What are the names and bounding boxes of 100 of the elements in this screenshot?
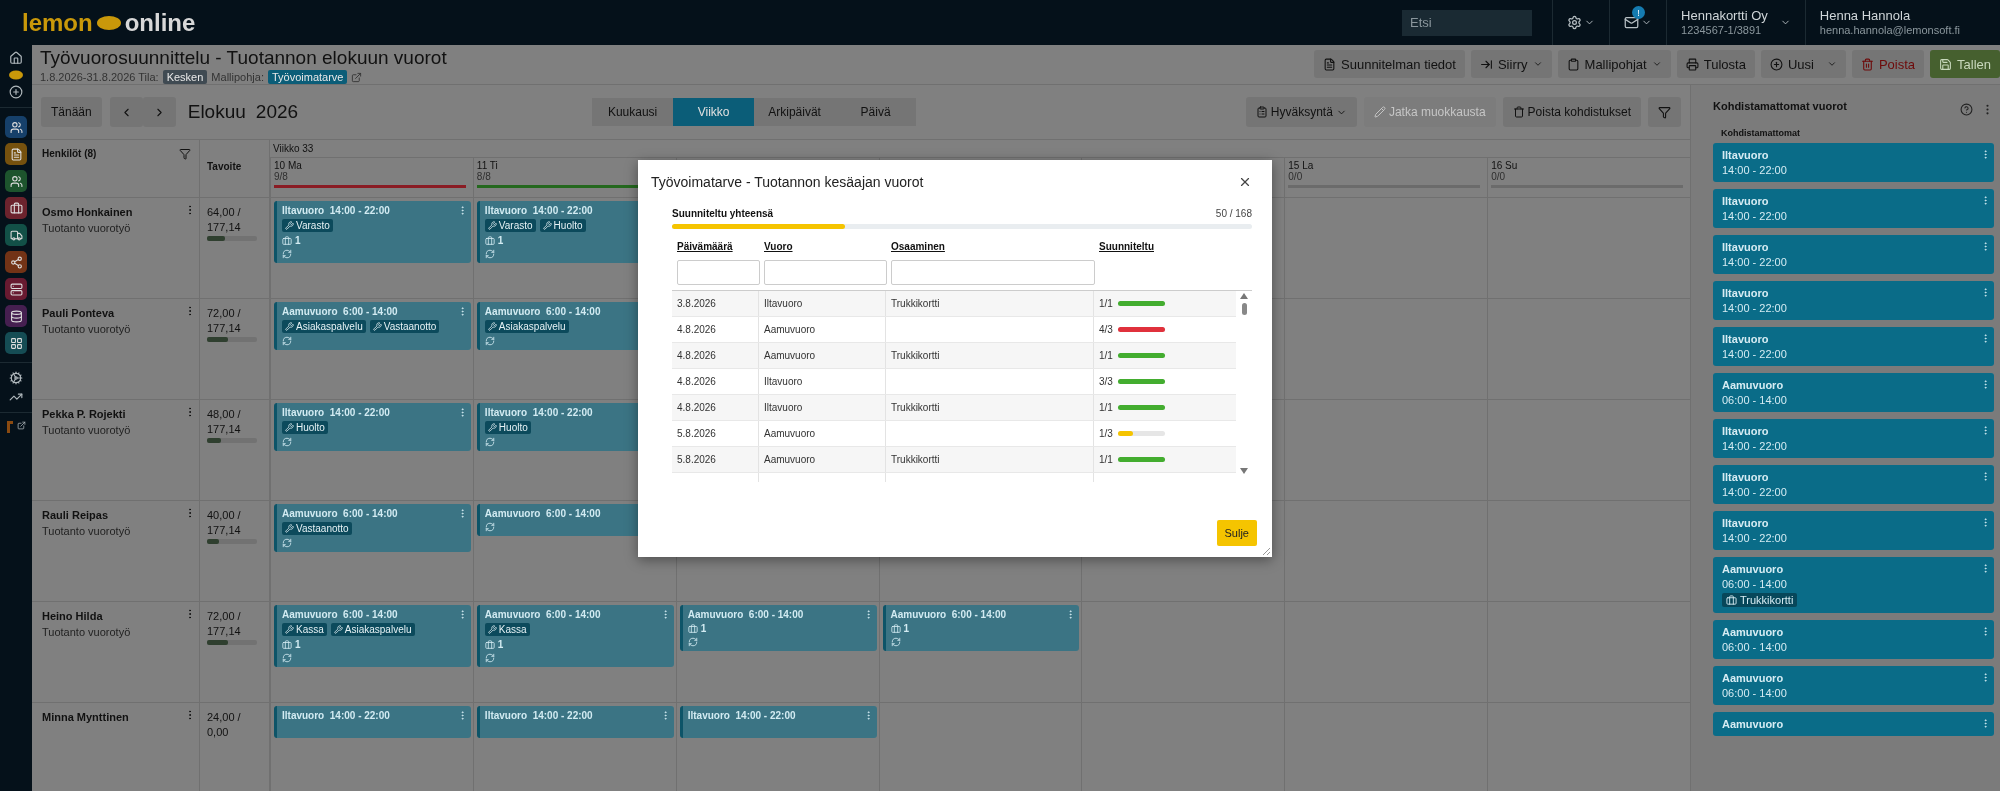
people-icon[interactable] (5, 116, 27, 138)
clipboard-icon (1566, 57, 1580, 71)
action-button[interactable]: Suunnitelman tiedot (1314, 50, 1465, 78)
shift-title: Aamuvuoro 6:00 - 14:00 (282, 306, 398, 317)
toolbar-button[interactable]: Hyväksyntä (1245, 97, 1357, 127)
view-tab[interactable]: Viikko (673, 98, 755, 126)
scroll-up-icon[interactable] (1240, 293, 1248, 299)
filter-field[interactable] (764, 260, 887, 285)
count-label: 1 (700, 623, 707, 634)
sync-check-icon (282, 336, 292, 346)
year-label: 2026 (255, 101, 299, 123)
shift-title: Aamuvuoro 6:00 - 14:00 (282, 508, 398, 519)
server-icon[interactable] (5, 278, 27, 300)
wrench-icon (333, 625, 343, 634)
action-button[interactable]: Tulosta (1676, 50, 1755, 78)
shift-card[interactable]: Aamuvuoro 6:00 - 14:00 1 (882, 605, 1080, 651)
help-icon[interactable] (1960, 103, 1973, 116)
column-header[interactable]: Suunniteltu (1099, 241, 1154, 252)
person-name: Osmo Honkainen (42, 206, 133, 218)
target-text: 177,14 (207, 322, 242, 334)
mail-button[interactable]: ! (1609, 0, 1667, 45)
external-link-icon[interactable] (351, 71, 363, 83)
shift-card[interactable]: Aamuvuoro 6:00 - 14:00 Asiakaspalvelu Vastaanotto (274, 302, 471, 350)
view-tab[interactable]: Kuukausi (592, 98, 674, 126)
action-button[interactable]: Mallipohjat (1557, 50, 1671, 78)
gears-icon[interactable] (9, 371, 23, 385)
shift-card[interactable]: Iltavuoro 14:00 - 22:00 (1713, 511, 1994, 550)
action-button[interactable]: Uusi (1760, 50, 1846, 78)
home-icon[interactable] (9, 51, 23, 65)
shift-card[interactable]: Iltavuoro 14:00 - 22:00 Varasto 1 (274, 201, 471, 263)
shift-card[interactable]: Aamuvuoro 06:00 - 14:00 (1713, 620, 1994, 659)
shift-card[interactable]: Iltavuoro 14:00 - 22:00 (1713, 189, 1994, 228)
truck-icon[interactable] (5, 224, 27, 246)
filter-button[interactable] (1648, 97, 1681, 127)
user-menu[interactable]: Henna Hannola henna.hannola@lemonsoft.fi (1804, 0, 2000, 45)
shift-card[interactable]: Iltavuoro 14:00 - 22:00 (1713, 143, 1994, 182)
shift-card[interactable]: Aamuvuoro 06:00 - 14:00 Trukkikortti (1713, 557, 1994, 613)
shift-card[interactable]: Iltavuoro 14:00 - 22:00 (274, 706, 471, 738)
shift-title: Iltavuoro 14:00 - 22:00 (282, 205, 390, 216)
filter-field[interactable] (677, 260, 760, 285)
template-badge[interactable]: Työvoimatarve (267, 70, 348, 84)
shift-card[interactable]: Iltavuoro 14:00 - 22:00 Huolto (274, 403, 471, 451)
trash-icon (1860, 57, 1874, 71)
shift-time: 14:00 - 22:00 (1722, 256, 1787, 268)
sync-check-icon (282, 538, 292, 548)
view-tab[interactable]: Arkipäivät (754, 98, 836, 126)
table-cell: 4.8.2026 (677, 350, 716, 361)
scroll-down-icon[interactable] (1240, 468, 1248, 474)
action-button[interactable]: Tallen (1930, 50, 2000, 78)
shift-time: 14:00 - 22:00 (1722, 486, 1787, 498)
briefcase-icon[interactable] (5, 197, 27, 219)
company-menu[interactable]: Hennakortti Oy 1234567-1/3891 (1666, 0, 1805, 45)
table-cell: 4.8.2026 (677, 402, 716, 413)
action-button[interactable]: Siirry (1470, 50, 1552, 78)
document-icon[interactable] (5, 143, 27, 165)
share-icon[interactable] (5, 251, 27, 273)
filter-icon[interactable] (179, 148, 191, 160)
toolbar-button[interactable]: Poista kohdistukset (1502, 97, 1641, 127)
brand-mark-icon[interactable] (6, 421, 13, 433)
database-icon[interactable] (5, 305, 27, 327)
shift-card[interactable]: Aamuvuoro 6:00 - 14:00 Kassa Asiakaspalvelu 1 (274, 605, 471, 667)
external-link-icon[interactable] (16, 421, 26, 430)
shift-card[interactable]: Aamuvuoro 06:00 - 14:00 (1713, 666, 1994, 705)
shift-card[interactable]: Aamuvuoro 6:00 - 14:00 Kassa 1 (476, 605, 674, 667)
grid-icon[interactable] (5, 332, 27, 354)
resize-grip-icon[interactable] (1262, 547, 1270, 555)
shift-card[interactable]: Iltavuoro 14:00 - 22:00 (1713, 327, 1994, 366)
shift-card[interactable]: Aamuvuoro 6:00 - 14:00 1 (679, 605, 877, 651)
shift-card[interactable]: Iltavuoro 14:00 - 22:00 (476, 706, 674, 738)
search-field[interactable]: Etsi (1402, 9, 1533, 36)
lemon-icon[interactable] (8, 70, 24, 80)
people-icon[interactable] (5, 170, 27, 192)
shift-card[interactable]: Iltavuoro 14:00 - 22:00 (1713, 235, 1994, 274)
shift-card[interactable]: Iltavuoro 14:00 - 22:00 (679, 706, 877, 738)
table-cell: 1/1 (1099, 454, 1113, 465)
column-header[interactable]: Osaaminen (891, 241, 945, 252)
modal-title: Työvoimatarve - Tuotannon kesäajan vuorot (651, 174, 924, 190)
count-label: 1 (295, 235, 301, 246)
column-header[interactable]: Vuoro (764, 241, 793, 252)
today-button[interactable]: Tänään (41, 97, 102, 127)
filter-field[interactable] (891, 260, 1095, 285)
plus-circle-icon (1769, 57, 1783, 71)
shift-card[interactable]: Iltavuoro 14:00 - 22:00 (1713, 281, 1994, 320)
shift-card[interactable]: Aamuvuoro (1713, 712, 1994, 736)
column-header[interactable]: Päivämäärä (677, 241, 733, 252)
sync-check-icon (687, 637, 698, 647)
close-icon[interactable] (1238, 175, 1252, 189)
shift-card[interactable]: Aamuvuoro 06:00 - 14:00 (1713, 373, 1994, 412)
plus-circle-icon[interactable] (9, 85, 23, 99)
shift-card[interactable]: Iltavuoro 14:00 - 22:00 (1713, 465, 1994, 504)
shift-title: Iltavuoro 14:00 - 22:00 (484, 205, 593, 216)
shift-card[interactable]: Aamuvuoro 6:00 - 14:00 Vastaanotto (274, 504, 471, 552)
view-tab[interactable]: Päivä (835, 98, 917, 126)
briefcase-icon (687, 623, 698, 634)
shift-name: Aamuvuoro (1722, 626, 1784, 638)
scrollbar-thumb[interactable] (1241, 303, 1247, 315)
sync-check-icon (282, 437, 292, 447)
shift-card[interactable]: Iltavuoro 14:00 - 22:00 (1713, 419, 1994, 458)
close-button[interactable]: Sulje (1216, 520, 1257, 546)
action-button[interactable]: Poista (1851, 50, 1925, 78)
